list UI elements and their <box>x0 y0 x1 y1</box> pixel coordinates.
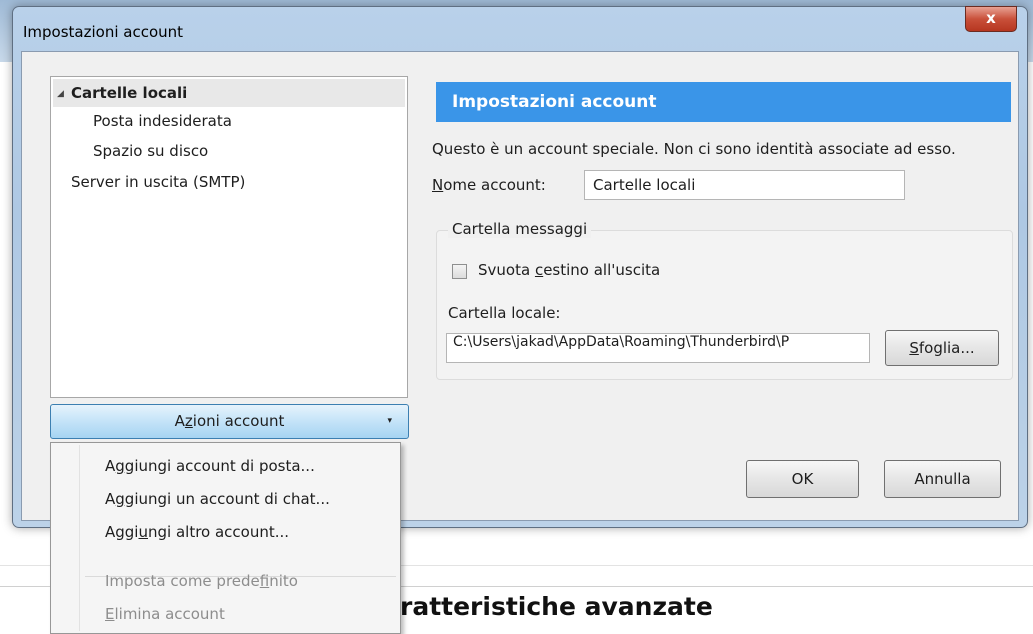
tree-item-label: Cartelle locali <box>71 84 188 102</box>
tree-item-junk-mail[interactable]: Posta indesiderata <box>53 107 405 135</box>
close-icon: x <box>986 9 996 27</box>
panel-header: Impostazioni account <box>436 82 1011 122</box>
background-page-heading: ratteristiche avanzate <box>400 592 713 621</box>
menu-gutter <box>79 445 80 631</box>
collapse-triangle-icon[interactable]: ◢ <box>57 80 71 108</box>
account-name-field[interactable] <box>584 170 905 200</box>
local-folder-path-field[interactable]: C:\Users\jakad\AppData\Roaming\Thunderbi… <box>446 333 870 363</box>
account-actions-menu: Aggiungi account di posta... Aggiungi un… <box>50 442 401 634</box>
tree-item-disk-space[interactable]: Spazio su disco <box>53 137 405 165</box>
tree-item-label: Spazio su disco <box>93 142 209 160</box>
account-actions-label: Azioni account <box>174 412 285 430</box>
tree-item-local-folders[interactable]: ◢ Cartelle locali <box>53 79 405 107</box>
menu-item-add-mail-account[interactable]: Aggiungi account di posta... <box>105 451 315 481</box>
close-button[interactable]: x <box>965 6 1017 32</box>
cancel-button[interactable]: Annulla <box>884 460 1001 498</box>
dropdown-arrow-icon: ▾ <box>387 416 392 426</box>
ok-button[interactable]: OK <box>746 460 859 498</box>
menu-item-add-chat-account[interactable]: Aggiungi un account di chat... <box>105 484 330 514</box>
menu-item-add-other-account[interactable]: Aggiungi altro account... <box>105 517 289 547</box>
account-tree[interactable]: ◢ Cartelle locali Posta indesiderata Spaz… <box>50 76 408 398</box>
message-folder-group-title: Cartella messaggi <box>448 220 592 238</box>
empty-trash-checkbox[interactable] <box>452 264 467 279</box>
account-actions-button[interactable]: Azioni account ▾ <box>50 404 409 439</box>
browse-button[interactable]: Sfoglia... <box>885 330 999 366</box>
menu-item-remove-account[interactable]: Elimina account <box>105 599 225 629</box>
window-title: Impostazioni account <box>23 23 184 41</box>
panel-description: Questo è un account speciale. Non ci son… <box>432 140 956 158</box>
tree-item-outgoing-server[interactable]: Server in uscita (SMTP) <box>53 168 405 196</box>
empty-trash-label[interactable]: Svuota cestino all'uscita <box>478 261 660 279</box>
menu-item-set-default[interactable]: Imposta come predefinito <box>105 566 298 596</box>
local-folder-label: Cartella locale: <box>448 304 561 322</box>
tree-item-label: Server in uscita (SMTP) <box>71 173 246 191</box>
tree-item-label: Posta indesiderata <box>93 112 232 130</box>
account-name-label: Nome account: <box>432 176 546 194</box>
